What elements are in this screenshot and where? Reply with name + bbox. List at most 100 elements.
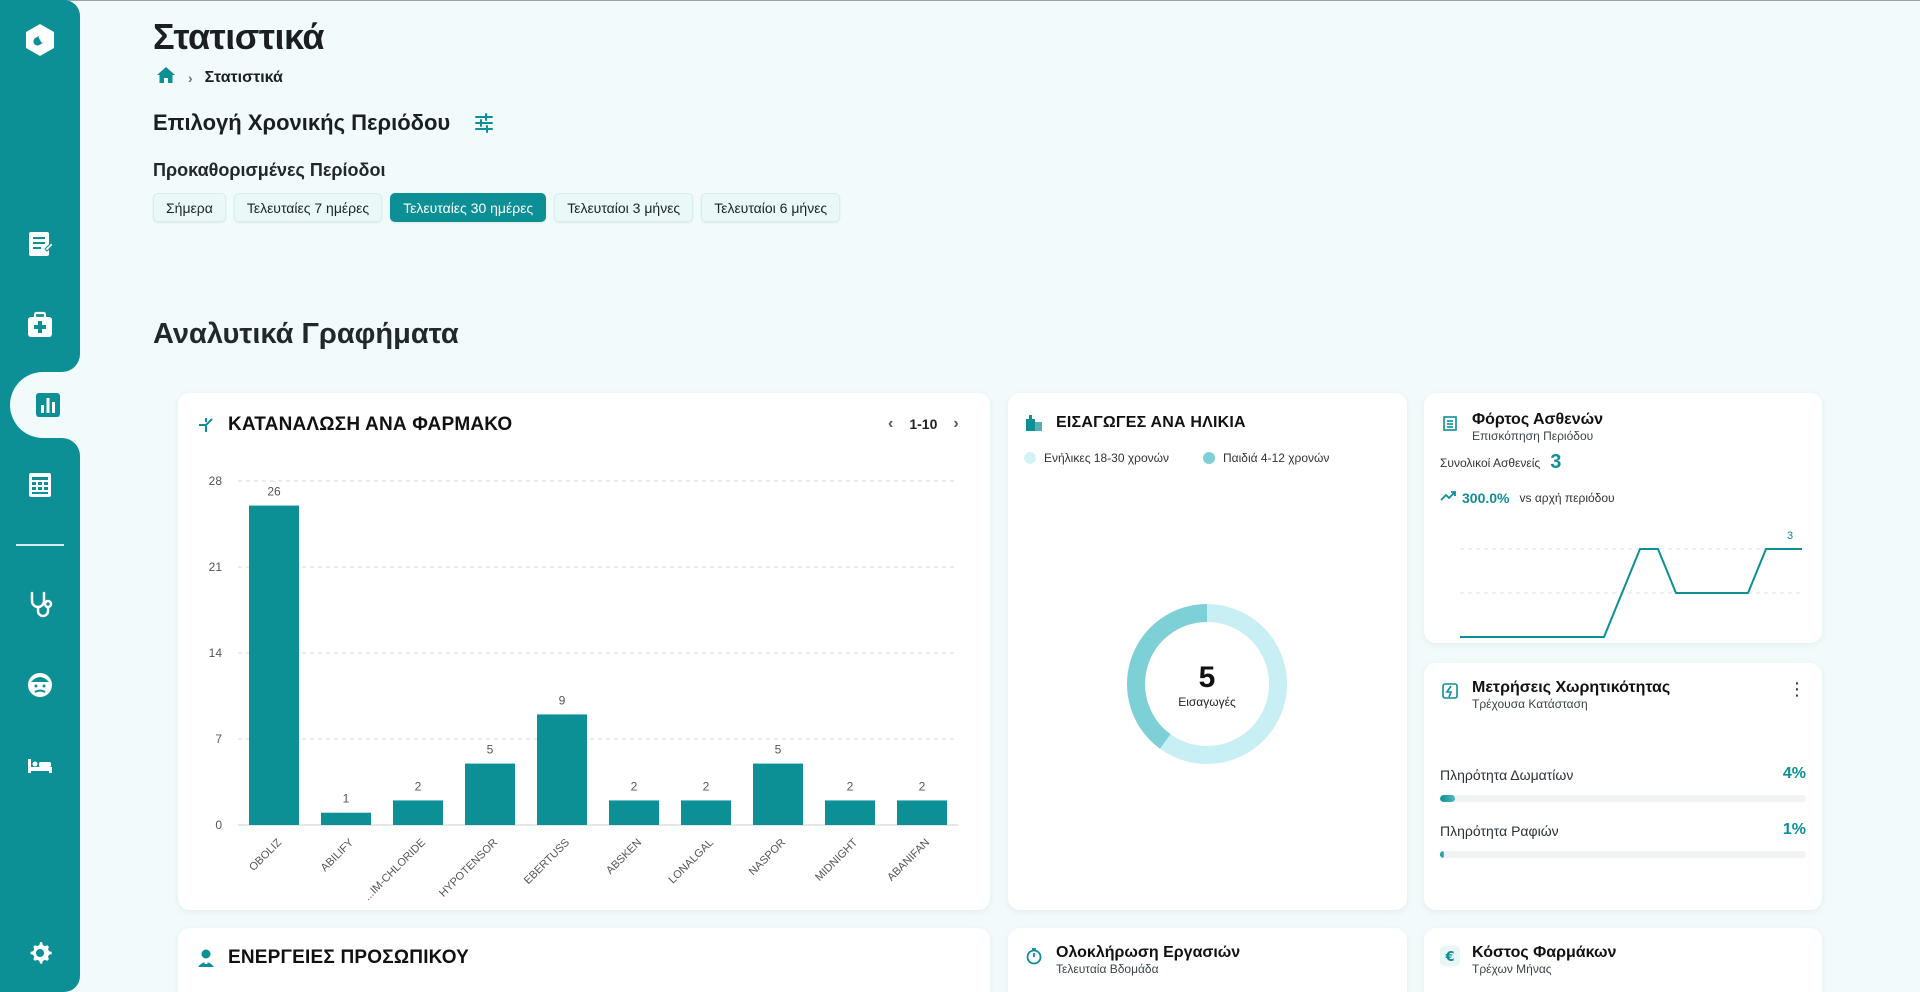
bar-value-label: 2: [631, 779, 638, 793]
shelves-occupancy-label: Πληρότητα Ραφιών: [1440, 823, 1559, 839]
line-last-value-label: 3: [1787, 530, 1793, 542]
admissions-label: Εισαγωγές: [1178, 695, 1236, 709]
tasks-card: Ολοκλήρωση Εργασιών Τελευταία Βδομάδα: [1008, 928, 1407, 992]
active-tab-curve-bottom: [62, 438, 80, 456]
bar-value-label: 26: [267, 485, 281, 499]
period-selector: Επιλογή Χρονικής Περιόδου: [153, 110, 496, 136]
drug-cost-card: € Κόστος Φαρμάκων Τρέχων Μήνας: [1424, 928, 1822, 992]
cost-card-subtitle: Τρέχων Μήνας: [1472, 962, 1552, 976]
bar: [609, 800, 659, 825]
bar-value-label: 2: [415, 779, 422, 793]
x-tick-label: NASPOR: [747, 837, 788, 878]
patient-load-card: Φόρτος Ασθενών Επισκόπηση Περιόδου Συνολ…: [1424, 393, 1822, 643]
staff-actions-card: ΕΝΕΡΓΕΙΕΣ ΠΡΟΣΩΠΙΚΟΥ: [178, 928, 990, 992]
analytics-title: Αναλυτικά Γραφήματα: [153, 318, 459, 350]
breadcrumb: › Στατιστικά: [156, 66, 283, 89]
timer-icon: [1022, 944, 1046, 968]
page-title: Στατιστικά: [153, 16, 324, 57]
y-tick-label: 0: [215, 818, 222, 832]
bar: [249, 505, 299, 825]
bar: [825, 800, 875, 825]
chevron-right-icon: ›: [188, 69, 193, 86]
preset-last-3-months[interactable]: Τελευταίοι 3 μήνες: [554, 193, 694, 222]
x-tick-label: EBERTUSS: [522, 837, 572, 887]
x-tick-label: ABANIFAN: [885, 837, 932, 884]
bar-value-label: 5: [487, 743, 494, 757]
staff-icon: [194, 946, 218, 970]
period-title: Επιλογή Χρονικής Περιόδου: [153, 110, 451, 135]
age-admissions-card: ΕΙΣΑΓΩΓΕΣ ΑΝΑ ΗΛΙΚΙΑ Ενήλικες 18-30 χρον…: [1008, 393, 1407, 910]
rooms-occupancy-label: Πληρότητα Δωματίων: [1440, 767, 1574, 783]
age-donut-chart: [1127, 604, 1287, 764]
x-tick-label: HYPOTENSOR: [437, 837, 500, 900]
prescriptions-icon[interactable]: [0, 216, 80, 272]
bar: [321, 812, 371, 825]
x-tick-label: ABSKEN: [604, 837, 644, 877]
capacity-card: Μετρήσεις Χωρητικότητας Τρέχουσα Κατάστα…: [1424, 663, 1822, 910]
bar: [753, 763, 803, 825]
euro-icon: €: [1438, 944, 1462, 968]
bar: [393, 800, 443, 825]
y-tick-label: 7: [215, 732, 222, 746]
active-tab-curve-top: [62, 354, 80, 372]
shelves-occupancy-value: 1%: [1782, 821, 1806, 838]
bar-value-label: 2: [919, 779, 926, 793]
top-border: [0, 0, 1920, 1]
shelves-occupancy-fill: [1440, 851, 1444, 858]
logo-icon[interactable]: [20, 20, 60, 60]
bar-value-label: 9: [559, 693, 566, 707]
preset-last-6-months[interactable]: Τελευταίοι 6 μήνες: [701, 193, 841, 222]
spreadsheet-icon[interactable]: [0, 457, 80, 513]
preset-chips: Σήμερα Τελευταίες 7 ημέρες Τελευταίες 30…: [153, 193, 841, 222]
preset-today[interactable]: Σήμερα: [153, 193, 226, 222]
preset-last-7-days[interactable]: Τελευταίες 7 ημέρες: [233, 193, 383, 222]
y-tick-label: 14: [209, 646, 223, 660]
statistics-icon[interactable]: [8, 377, 88, 433]
cost-card-title: Κόστος Φαρμάκων: [1472, 944, 1617, 961]
rooms-occupancy-fill: [1440, 795, 1455, 802]
x-tick-label: ABILIFY: [319, 836, 357, 874]
drug-consumption-card: ΚΑΤΑΝΑΛΩΣΗ ΑΝΑ ΦΑΡΜΑΚΟ ‹ 1-10 › 0 7 14 21 28…: [178, 393, 990, 910]
capacity-card-subtitle: Τρέχουσα Κατάσταση: [1472, 697, 1588, 711]
x-tick-label: LONALGAL: [667, 837, 717, 887]
admissions-total: 5: [1198, 661, 1216, 694]
settings-icon[interactable]: [0, 925, 80, 981]
more-vertical-icon[interactable]: ⋮: [1788, 679, 1806, 700]
bar-value-label: 2: [703, 779, 710, 793]
capacity-card-title: Μετρήσεις Χωρητικότητας: [1472, 679, 1671, 696]
sidebar: [0, 0, 90, 992]
y-tick-label: 21: [209, 560, 223, 574]
patient-load-chart: 3: [1460, 530, 1802, 638]
svg-text:€: €: [1444, 950, 1454, 965]
bar: [897, 800, 947, 825]
y-tick-label: 28: [209, 474, 223, 488]
tasks-card-subtitle: Τελευταία Βδομάδα: [1056, 962, 1159, 976]
rooms-occupancy-value: 4%: [1782, 765, 1806, 782]
bar-value-label: 1: [343, 792, 350, 806]
rooms-occupancy-bar: [1440, 795, 1806, 802]
sliders-icon[interactable]: [472, 111, 496, 135]
breadcrumb-current: Στατιστικά: [204, 68, 283, 86]
bar: [681, 800, 731, 825]
staff-card-title: ΕΝΕΡΓΕΙΕΣ ΠΡΟΣΩΠΙΚΟΥ: [228, 947, 470, 968]
x-tick-label: ...IM-CHLORIDE: [362, 837, 428, 903]
preset-last-30-days[interactable]: Τελευταίες 30 ημέρες: [390, 193, 547, 222]
stethoscope-icon[interactable]: [0, 577, 80, 633]
x-tick-label: MIDNIGHT: [813, 836, 860, 883]
medicine-kit-icon[interactable]: [0, 297, 80, 353]
shelves-occupancy-bar: [1440, 851, 1806, 858]
tasks-card-title: Ολοκλήρωση Εργασιών: [1056, 944, 1241, 961]
bar-value-label: 5: [775, 743, 782, 757]
donut-center: 5 Εισαγωγές: [1157, 661, 1257, 709]
patient-icon[interactable]: [0, 657, 80, 713]
drug-consumption-chart: 0 7 14 21 28 26 OBOLIZ 1 ABILIFY 2 ...IM-CHLORIDE 5…: [209, 474, 958, 903]
bar-value-label: 2: [847, 779, 854, 793]
x-tick-label: OBOLIZ: [247, 836, 284, 873]
meter-icon: [1438, 679, 1462, 703]
bar: [537, 714, 587, 825]
home-icon[interactable]: [156, 66, 176, 89]
presets-label: Προκαθορισμένες Περίοδοι: [153, 160, 386, 180]
bed-icon[interactable]: [0, 737, 80, 793]
sidebar-divider: [16, 544, 64, 546]
bar: [465, 763, 515, 825]
